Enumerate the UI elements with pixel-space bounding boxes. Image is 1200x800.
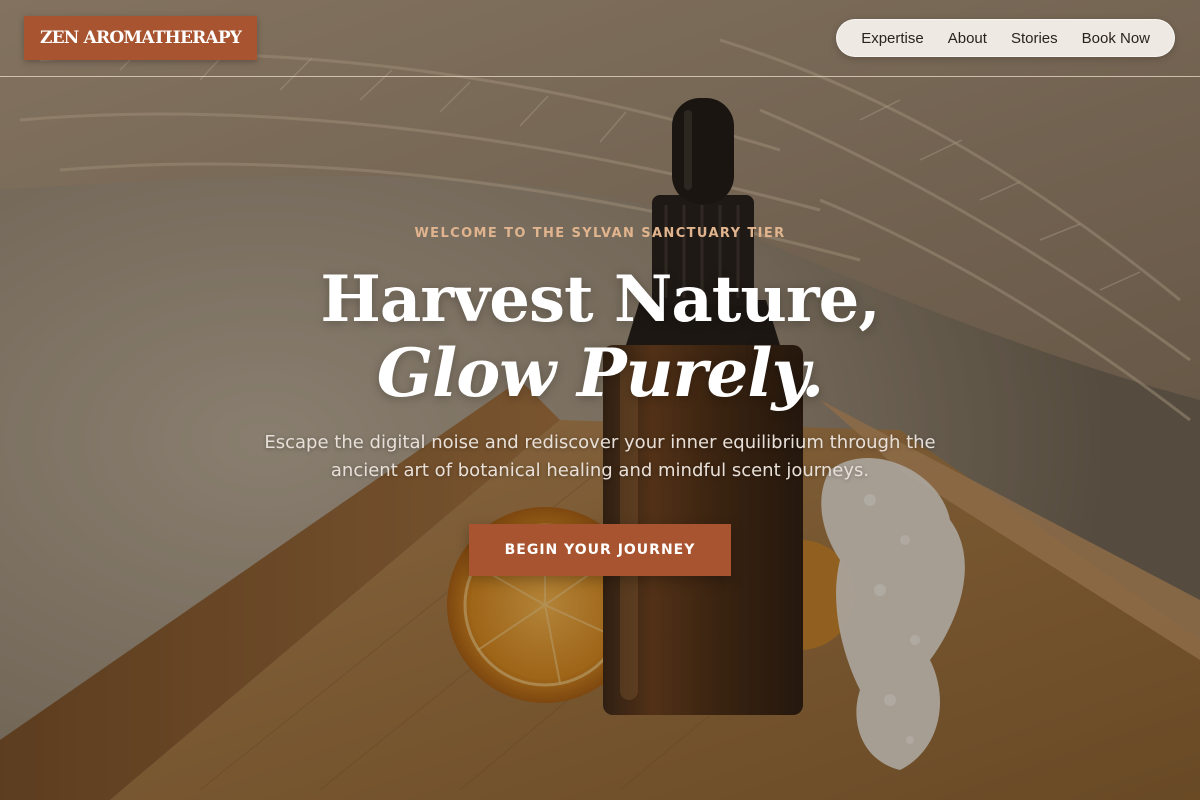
hero-headline-line1: Harvest Nature,: [320, 262, 880, 337]
begin-journey-button[interactable]: BEGIN YOUR JOURNEY: [469, 524, 731, 576]
hero-subtitle: Escape the digital noise and rediscover …: [264, 432, 936, 481]
hero-headline: Harvest Nature, Glow Purely.: [0, 262, 1200, 408]
hero-eyebrow: WELCOME TO THE SYLVAN SANCTUARY TIER: [414, 226, 786, 241]
hero-section: WELCOME TO THE SYLVAN SANCTUARY TIER Har…: [0, 0, 1200, 800]
hero-headline-line2: Glow Purely.: [376, 334, 824, 412]
